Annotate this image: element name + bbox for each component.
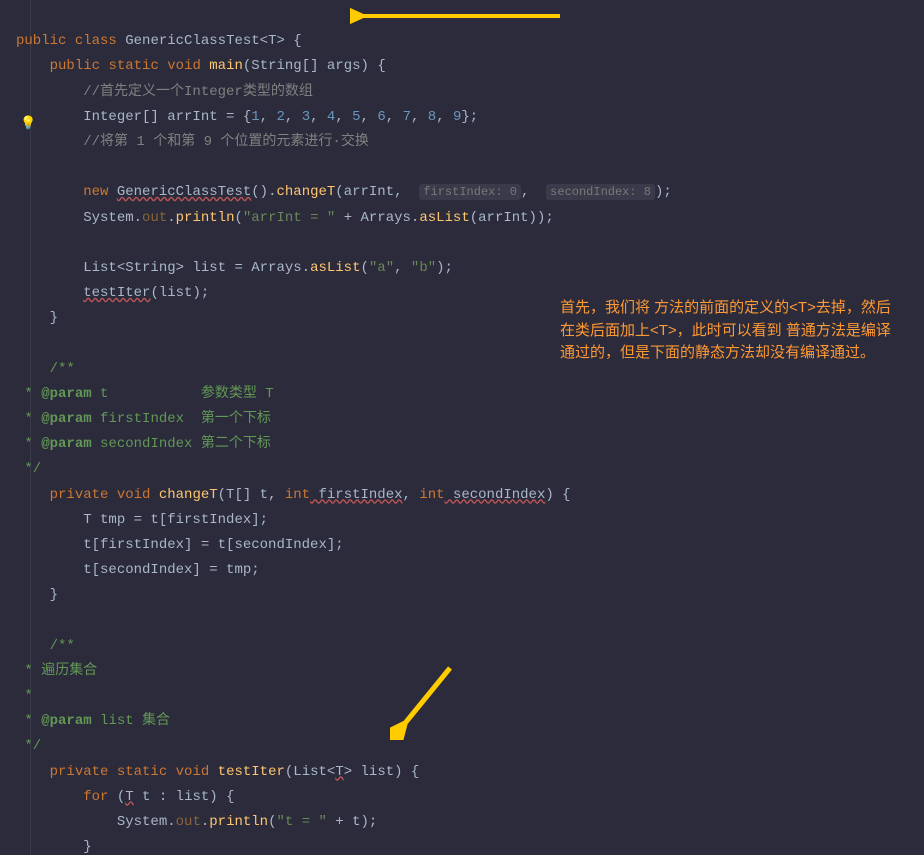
annotation-note: 首先，我们将 方法的前面的定义的<T>去掉，然后在类后面加上<T>，此时可以看到… (560, 297, 900, 365)
code-editor[interactable]: 💡 public class GenericClassTest<T> { pub… (0, 0, 924, 855)
arrow-icon (350, 4, 570, 28)
kw-public: public (16, 33, 66, 49)
comment: //首先定义一个Integer类型的数组 (83, 84, 313, 100)
param-hint: firstIndex: 0 (419, 184, 521, 200)
param-hint: secondIndex: 8 (546, 184, 655, 200)
code-area[interactable]: public class GenericClassTest<T> { publi… (16, 4, 924, 855)
arrow-icon (390, 660, 470, 740)
